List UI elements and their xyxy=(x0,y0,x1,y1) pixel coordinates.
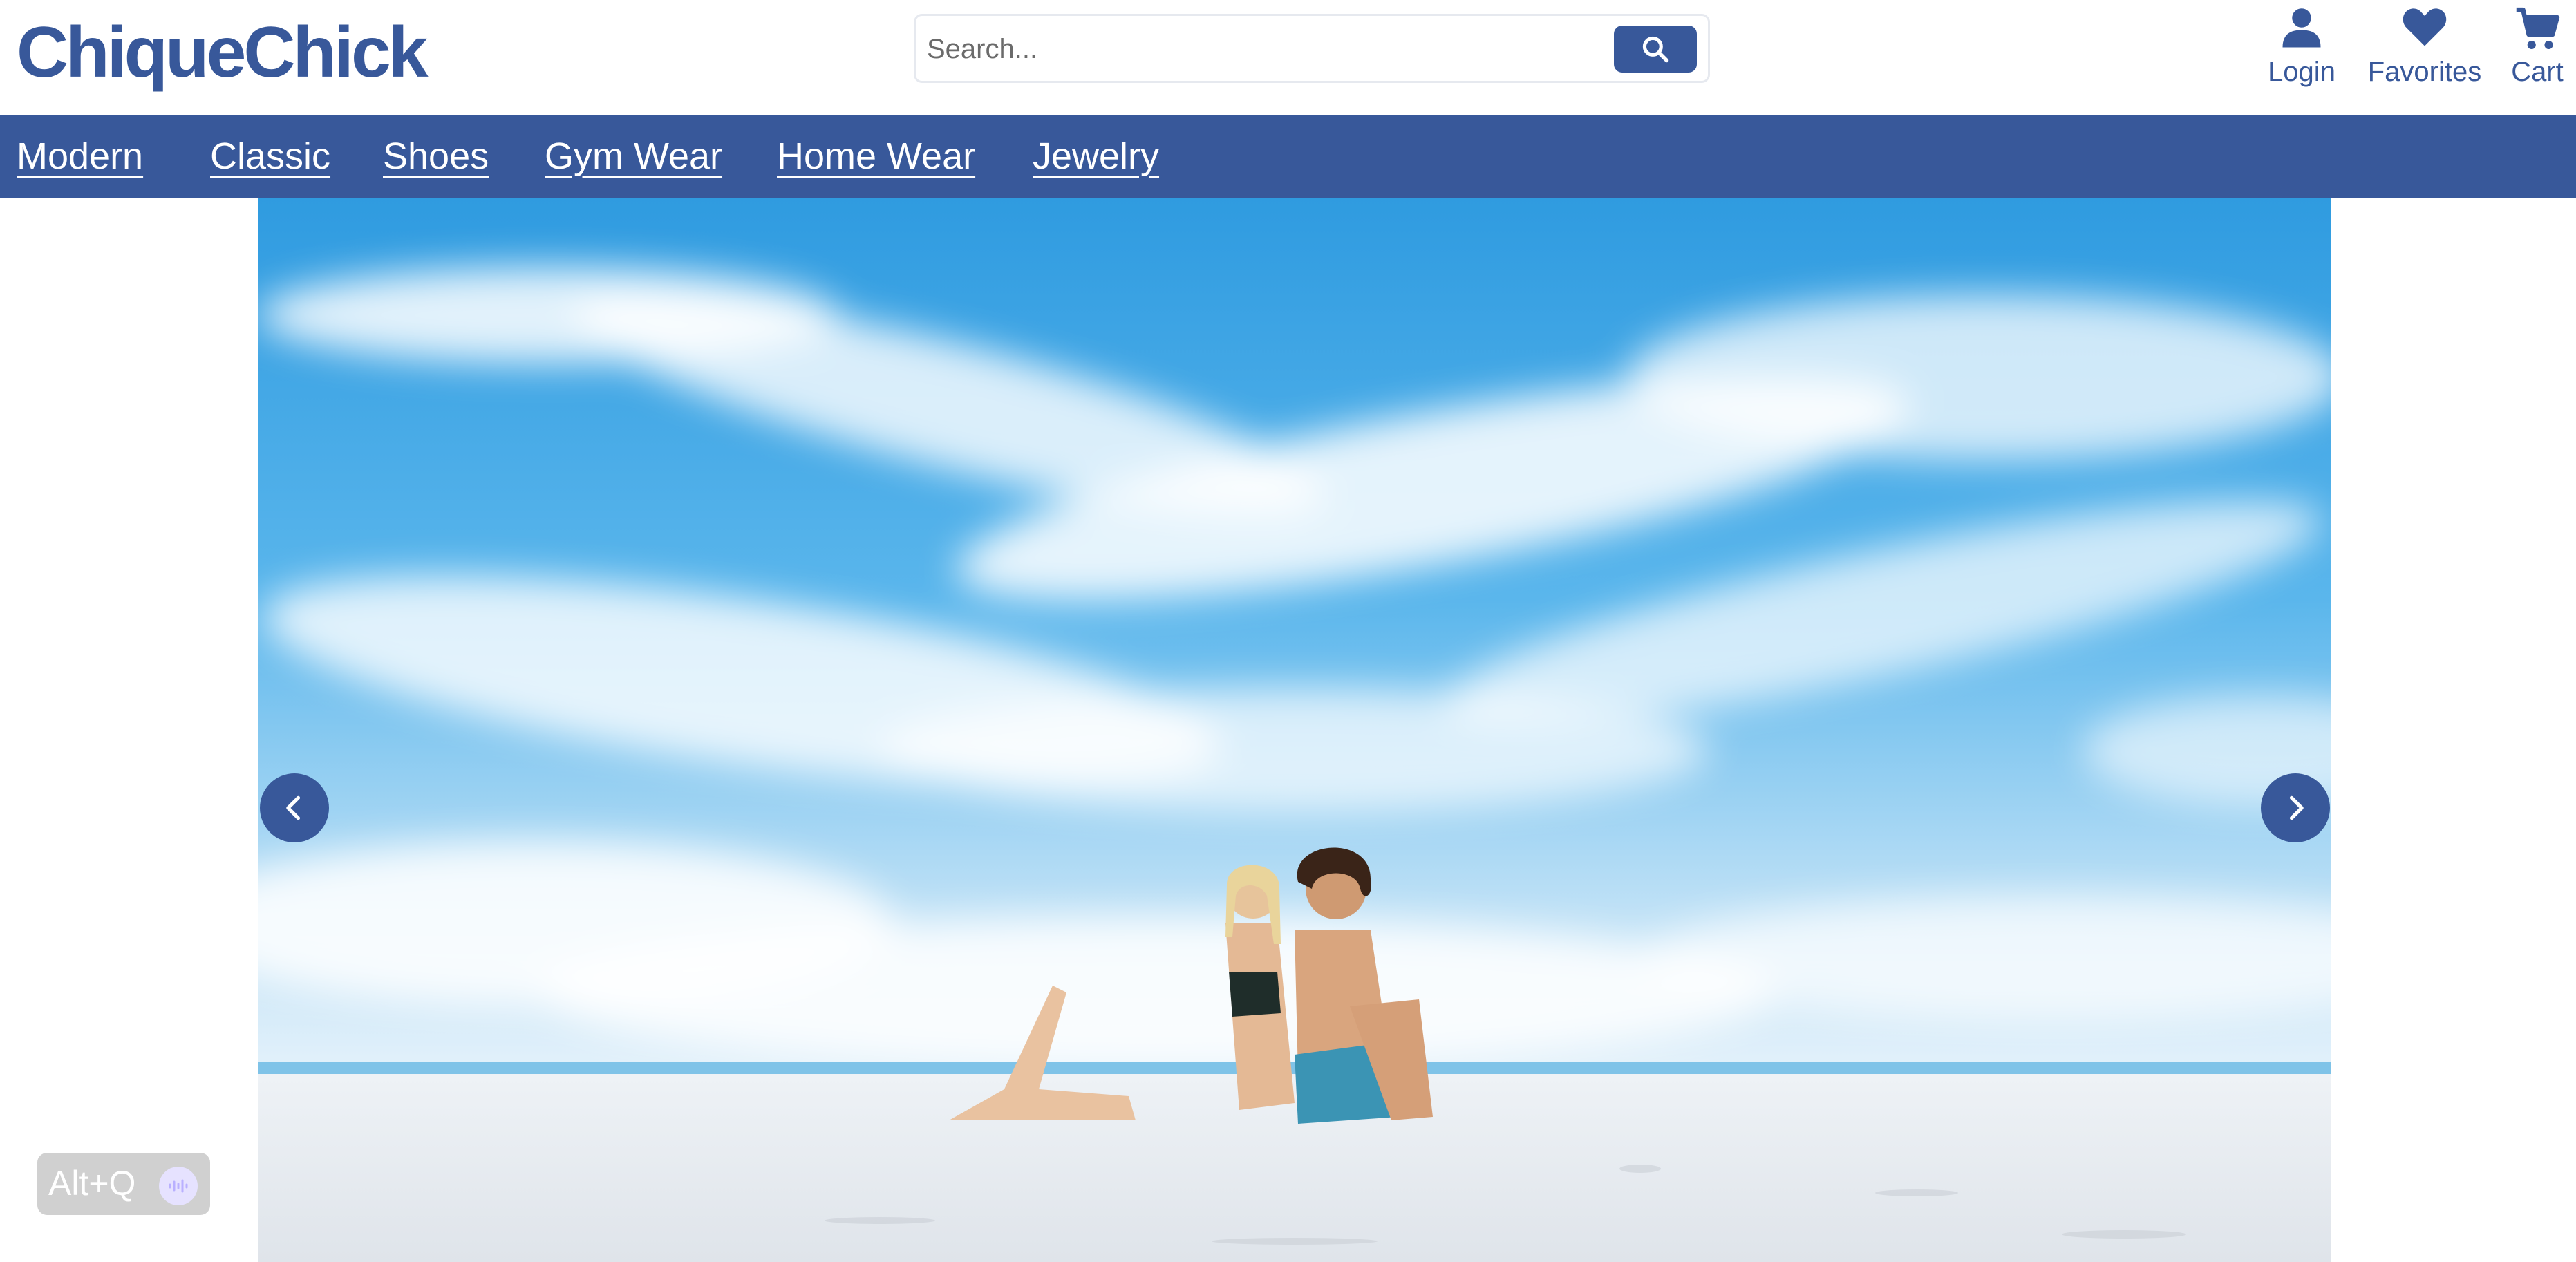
nav-item-gym-wear[interactable]: Gym Wear xyxy=(545,134,722,178)
heart-icon xyxy=(2359,6,2490,57)
carousel-prev-button[interactable] xyxy=(260,773,329,842)
nav-item-classic[interactable]: Classic xyxy=(210,134,330,178)
cart-icon xyxy=(2506,6,2569,57)
site-logo[interactable]: ChiqueChick xyxy=(17,12,429,93)
category-nav: Modern Classic Shoes Gym Wear Home Wear … xyxy=(0,115,2576,198)
search-input[interactable] xyxy=(927,26,1549,73)
nav-item-jewelry[interactable]: Jewelry xyxy=(1033,134,1159,178)
hero-carousel xyxy=(258,198,2331,1262)
search-bar xyxy=(914,14,1710,83)
nav-item-modern[interactable]: Modern xyxy=(17,134,143,178)
chevron-left-icon xyxy=(286,795,301,820)
login-button[interactable]: Login xyxy=(2257,6,2347,87)
cart-label: Cart xyxy=(2511,57,2564,87)
login-label: Login xyxy=(2268,57,2335,87)
shortcut-chip[interactable]: Alt+Q xyxy=(37,1153,210,1215)
carousel-next-button[interactable] xyxy=(2261,773,2330,842)
nav-item-shoes[interactable]: Shoes xyxy=(383,134,489,178)
chevron-right-icon xyxy=(2289,795,2304,820)
cart-button[interactable]: Cart xyxy=(2506,6,2569,87)
shortcut-label: Alt+Q xyxy=(48,1164,136,1203)
search-button[interactable] xyxy=(1614,26,1697,73)
user-icon xyxy=(2257,6,2347,57)
waveform-icon xyxy=(159,1167,198,1205)
search-icon xyxy=(1642,36,1669,63)
nav-item-home-wear[interactable]: Home Wear xyxy=(777,134,975,178)
hero-image xyxy=(258,198,2331,1262)
site-header: ChiqueChick Login xyxy=(0,0,2576,115)
favorites-label: Favorites xyxy=(2367,57,2482,87)
favorites-button[interactable]: Favorites xyxy=(2359,6,2490,87)
